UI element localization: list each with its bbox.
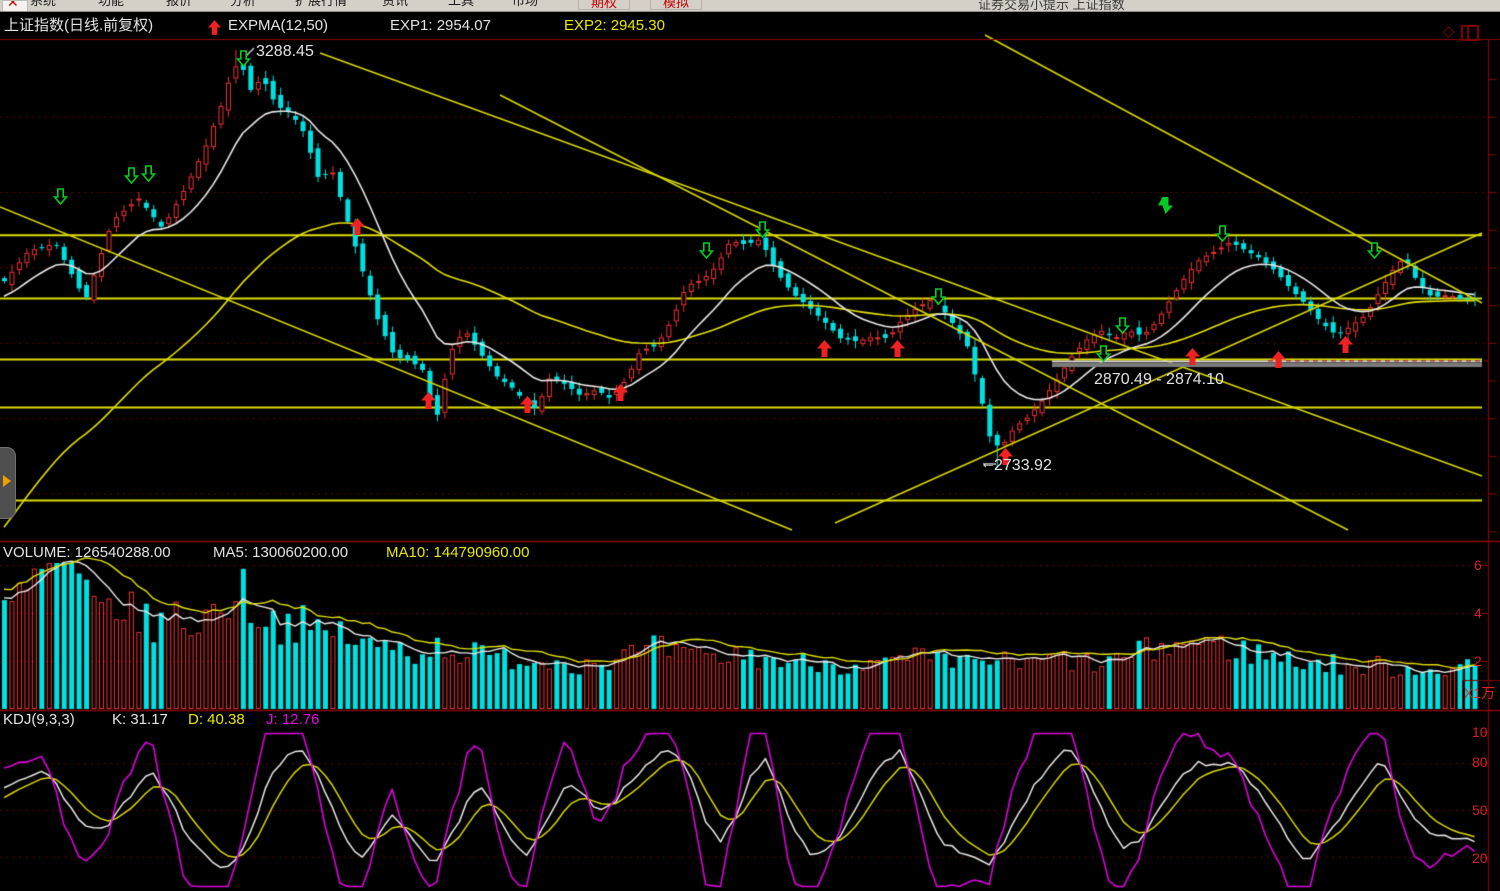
diamond-icon[interactable]: ◇	[1443, 24, 1455, 39]
kdj-k-value: K: 31.17	[112, 712, 168, 728]
sell-signal-hollow-arrow	[1367, 242, 1382, 259]
sell-signal-hollow-arrow	[755, 221, 770, 238]
sell-signal-hollow-arrow	[141, 165, 156, 182]
sell-signal-hollow-arrow	[124, 167, 139, 184]
volume-unit-label: X1万	[1464, 686, 1495, 700]
menu-item-options[interactable]: 期权	[578, 0, 630, 10]
menu-item-extended-quotes[interactable]: 扩展行情	[295, 0, 347, 7]
trading-terminal: ✕ 系统 功能 报价 分析 扩展行情 资讯 工具 市场 期权 模拟 证券交易小提…	[0, 0, 1500, 891]
buy-signal-arrow	[1271, 351, 1286, 368]
volume-value: VOLUME: 126540288.00	[3, 545, 171, 561]
buy-signal-arrow	[1185, 348, 1200, 365]
exp2-value: EXP2: 2945.30	[564, 18, 665, 34]
kdj-axis-tick-50: 50	[1472, 803, 1487, 817]
buy-signal-arrow	[613, 384, 628, 401]
menu-item-quotes[interactable]: 报价	[166, 0, 192, 7]
sell-signal-hollow-arrow	[1115, 317, 1130, 334]
menu-item-analysis[interactable]: 分析	[230, 0, 256, 7]
price-range-label: 2870.49 - 2874.10	[1094, 371, 1224, 388]
menu-item-news[interactable]: 资讯	[382, 0, 408, 7]
menu-item-function[interactable]: 功能	[98, 0, 124, 7]
menu-item-market[interactable]: 市场	[512, 0, 538, 7]
volume-axis-tick-4: 4	[1474, 606, 1482, 620]
exp1-value: EXP1: 2954.07	[390, 18, 491, 34]
app-logo-icon: ✕	[2, 0, 28, 12]
indicator-label[interactable]: EXPMA(12,50)	[228, 18, 328, 34]
buy-signal-arrow	[421, 392, 436, 409]
sell-signal-hollow-arrow	[236, 50, 251, 67]
kdj-axis-labels: 100 80 50 20	[1470, 724, 1487, 890]
menu-item-system[interactable]: 系统	[30, 0, 56, 7]
window-icon[interactable]	[1461, 25, 1479, 41]
sell-signal-hollow-arrow	[1215, 225, 1230, 242]
high-price-label: 3288.45	[256, 43, 314, 60]
chart-canvas	[0, 0, 1500, 891]
sidebar-slide-handle[interactable]	[0, 447, 16, 519]
menu-status-text: 证券交易小提示 上证指数	[978, 0, 1125, 12]
up-arrow-icon	[208, 20, 221, 40]
menu-item-simulation[interactable]: 模拟	[650, 0, 702, 10]
expand-right-icon	[3, 475, 11, 487]
buy-signal-arrow	[817, 340, 832, 357]
volume-ma5: MA5: 130060200.00	[213, 545, 348, 561]
sell-signal-hollow-arrow	[53, 188, 68, 205]
kdj-j-value: J: 12.76	[266, 712, 319, 728]
kdj-indicator-label[interactable]: KDJ(9,3,3)	[3, 712, 75, 728]
menu-item-tools[interactable]: 工具	[448, 0, 474, 7]
menu-bar: ✕ 系统 功能 报价 分析 扩展行情 资讯 工具 市场 期权 模拟 证券交易小提…	[0, 0, 1500, 12]
sell-signal-hollow-arrow	[1096, 345, 1111, 362]
buy-signal-arrow	[1338, 336, 1353, 353]
kdj-axis-tick-100: 100	[1472, 725, 1487, 739]
kdj-d-value: D: 40.38	[188, 712, 245, 728]
sell-signal-arrow	[1158, 197, 1173, 214]
kdj-axis-tick-80: 80	[1472, 755, 1487, 769]
volume-ma10: MA10: 144790960.00	[386, 545, 529, 561]
buy-signal-arrow	[520, 396, 535, 413]
volume-axis-tick-2: 2	[1474, 654, 1482, 668]
buy-signal-arrow	[350, 218, 365, 235]
symbol-title: 上证指数(日线.前复权)	[4, 18, 153, 34]
sell-signal-hollow-arrow	[931, 288, 946, 305]
low-price-label: 2733.92	[994, 457, 1052, 474]
buy-signal-arrow	[890, 340, 905, 357]
volume-axis-tick-6: 6	[1474, 558, 1482, 572]
sell-signal-hollow-arrow	[699, 242, 714, 259]
kdj-axis-tick-20: 20	[1472, 851, 1487, 865]
